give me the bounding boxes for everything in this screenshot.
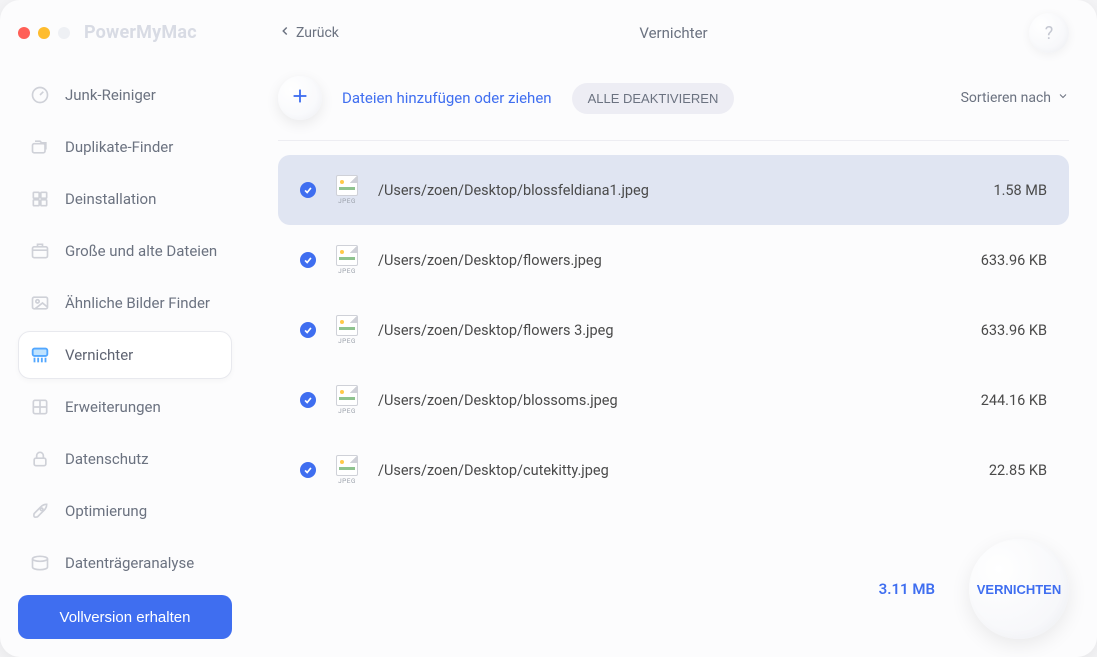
sidebar-item-label: Junk-Reiniger bbox=[65, 86, 156, 104]
sidebar-item-junk-reiniger[interactable]: Junk-Reiniger bbox=[18, 71, 232, 119]
main-area: Zurück Vernichter ? Dateien hinzufügen o… bbox=[250, 0, 1097, 657]
file-size: 244.16 KB bbox=[957, 392, 1047, 409]
file-checkbox[interactable] bbox=[300, 392, 316, 408]
back-button[interactable]: Zurück bbox=[278, 24, 339, 42]
file-path: /Users/zoen/Desktop/flowers.jpeg bbox=[378, 252, 939, 269]
rocket-icon bbox=[29, 500, 51, 522]
add-files-button[interactable] bbox=[278, 76, 322, 120]
add-files-label[interactable]: Dateien hinzufügen oder ziehen bbox=[342, 89, 552, 107]
sidebar-item-label: Erweiterungen bbox=[65, 398, 161, 416]
app-window: PowerMyMac Junk-Reiniger Duplikate-Finder… bbox=[0, 0, 1097, 657]
toolbar: Dateien hinzufügen oder ziehen ALLE DEAK… bbox=[278, 66, 1069, 141]
puzzle-icon bbox=[29, 396, 51, 418]
sidebar-item-datentr-geranalyse[interactable]: Datenträgeranalyse bbox=[18, 539, 232, 587]
image-icon bbox=[29, 292, 51, 314]
sidebar-item-label: Datenschutz bbox=[65, 450, 149, 468]
sidebar-item-label: Vernichter bbox=[65, 346, 133, 364]
file-size: 1.58 MB bbox=[957, 182, 1047, 199]
file-path: /Users/zoen/Desktop/blossfeldiana1.jpeg bbox=[378, 182, 939, 199]
sidebar-item-datenschutz[interactable]: Datenschutz bbox=[18, 435, 232, 483]
page-title: Vernichter bbox=[639, 24, 707, 42]
shredder-icon bbox=[29, 344, 51, 366]
sidebar-nav: Junk-Reiniger Duplikate-Finder Deinstallat… bbox=[18, 71, 232, 587]
sidebar-item--hnliche-bilder-finder[interactable]: Ähnliche Bilder Finder bbox=[18, 279, 232, 327]
file-checkbox[interactable] bbox=[300, 252, 316, 268]
help-icon: ? bbox=[1045, 23, 1054, 44]
file-type-icon: JPEG bbox=[334, 315, 360, 345]
file-type-icon: JPEG bbox=[334, 455, 360, 485]
plus-icon bbox=[289, 85, 311, 111]
full-version-button[interactable]: Vollversion erhalten bbox=[18, 595, 232, 639]
app-grid-icon bbox=[29, 188, 51, 210]
sidebar-item-label: Optimierung bbox=[65, 502, 147, 520]
folders-icon bbox=[29, 136, 51, 158]
sidebar-item-label: Datenträgeranalyse bbox=[65, 554, 194, 572]
sort-button[interactable]: Sortieren nach bbox=[961, 90, 1069, 106]
file-checkbox[interactable] bbox=[300, 322, 316, 338]
gauge-icon bbox=[29, 84, 51, 106]
sidebar-item-optimierung[interactable]: Optimierung bbox=[18, 487, 232, 535]
sidebar-item-gro-e-und-alte-dateien[interactable]: Große und alte Dateien bbox=[18, 227, 232, 275]
chevron-left-icon bbox=[278, 24, 292, 42]
deactivate-all-button[interactable]: ALLE DEAKTIVIEREN bbox=[572, 83, 735, 114]
sidebar-item-deinstallation[interactable]: Deinstallation bbox=[18, 175, 232, 223]
back-label: Zurück bbox=[296, 25, 339, 41]
lock-icon bbox=[29, 448, 51, 470]
file-path: /Users/zoen/Desktop/blossoms.jpeg bbox=[378, 392, 939, 409]
shred-action-button[interactable]: VERNICHTEN bbox=[969, 539, 1069, 639]
chevron-down-icon bbox=[1057, 90, 1069, 106]
minimize-dot[interactable] bbox=[38, 27, 50, 39]
titlebar: PowerMyMac bbox=[18, 22, 232, 43]
file-path: /Users/zoen/Desktop/cutekitty.jpeg bbox=[378, 462, 939, 479]
sidebar-item-duplikate-finder[interactable]: Duplikate-Finder bbox=[18, 123, 232, 171]
file-row[interactable]: JPEG/Users/zoen/Desktop/blossfeldiana1.j… bbox=[278, 155, 1069, 225]
file-row[interactable]: JPEG/Users/zoen/Desktop/flowers.jpeg 633.… bbox=[278, 225, 1069, 295]
sidebar: PowerMyMac Junk-Reiniger Duplikate-Finder… bbox=[0, 0, 250, 657]
file-type-icon: JPEG bbox=[334, 245, 360, 275]
topbar: Zurück Vernichter ? bbox=[278, 0, 1069, 66]
file-size: 633.96 KB bbox=[957, 252, 1047, 269]
file-checkbox[interactable] bbox=[300, 462, 316, 478]
box-icon bbox=[29, 240, 51, 262]
file-row[interactable]: JPEG/Users/zoen/Desktop/blossoms.jpeg 244… bbox=[278, 365, 1069, 435]
file-size: 22.85 KB bbox=[957, 462, 1047, 479]
file-type-icon: JPEG bbox=[334, 175, 360, 205]
file-row[interactable]: JPEG/Users/zoen/Desktop/cutekitty.jpeg 22… bbox=[278, 435, 1069, 505]
window-controls bbox=[18, 27, 70, 39]
sidebar-item-vernichter[interactable]: Vernichter bbox=[18, 331, 232, 379]
sort-label: Sortieren nach bbox=[961, 90, 1051, 106]
sidebar-item-label: Große und alte Dateien bbox=[65, 242, 217, 260]
brand-label: PowerMyMac bbox=[84, 22, 197, 43]
total-size: 3.11 MB bbox=[879, 580, 935, 598]
disk-icon bbox=[29, 552, 51, 574]
maximize-dot[interactable] bbox=[58, 27, 70, 39]
sidebar-item-label: Duplikate-Finder bbox=[65, 138, 173, 156]
close-dot[interactable] bbox=[18, 27, 30, 39]
file-path: /Users/zoen/Desktop/flowers 3.jpeg bbox=[378, 322, 939, 339]
file-row[interactable]: JPEG/Users/zoen/Desktop/flowers 3.jpeg 63… bbox=[278, 295, 1069, 365]
sidebar-item-erweiterungen[interactable]: Erweiterungen bbox=[18, 383, 232, 431]
file-checkbox[interactable] bbox=[300, 182, 316, 198]
footer: 3.11 MB VERNICHTEN bbox=[879, 539, 1069, 639]
sidebar-item-label: Deinstallation bbox=[65, 190, 156, 208]
file-size: 633.96 KB bbox=[957, 322, 1047, 339]
help-button[interactable]: ? bbox=[1029, 13, 1069, 53]
sidebar-item-label: Ähnliche Bilder Finder bbox=[65, 294, 210, 312]
file-type-icon: JPEG bbox=[334, 385, 360, 415]
